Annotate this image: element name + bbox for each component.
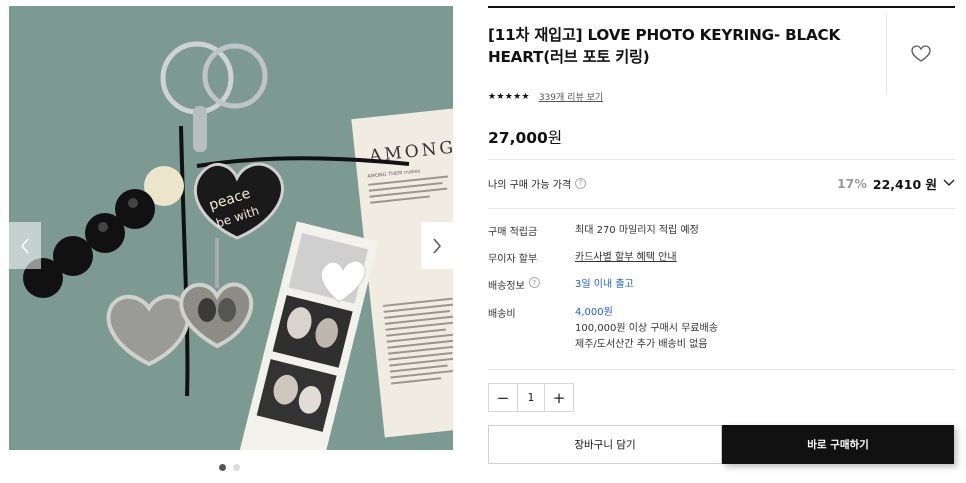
quantity-plus-button[interactable]: + [545, 384, 573, 411]
review-summary: ★★★★★ 339개 리뷰 보기 [488, 90, 603, 104]
quantity-input[interactable]: 1 [517, 384, 545, 411]
points-row: 구매 적립금 최대 270 마일리지 적립 예정 [488, 223, 699, 239]
shipping-value: 3일 이내 출고 [575, 279, 634, 290]
my-price-toggle[interactable]: 17% 22,410 원 [837, 174, 955, 193]
product-photo: AMONG AMONG THEM makes peace be with [9, 6, 453, 450]
quantity-stepper: − 1 + [488, 383, 574, 412]
chevron-left-icon [21, 238, 29, 253]
question-icon[interactable]: ? [528, 277, 540, 288]
my-price-row: 나의 구매 가능 가격 ? 17% 22,410 원 [488, 174, 955, 192]
wishlist-button[interactable] [886, 14, 955, 94]
divider [488, 369, 955, 370]
heart-icon [911, 45, 931, 62]
gallery-dot-2[interactable] [233, 464, 240, 471]
installment-link[interactable]: 카드사별 할부 혜택 안내 [575, 252, 677, 263]
chevron-down-icon [943, 179, 955, 186]
divider [488, 208, 955, 209]
chevron-right-icon [433, 238, 441, 253]
divider [488, 159, 955, 160]
add-to-cart-button[interactable]: 장바구니 담기 [488, 425, 722, 464]
gallery-next-button[interactable] [421, 222, 453, 269]
quantity-minus-button[interactable]: − [489, 384, 517, 411]
top-divider [488, 6, 955, 8]
product-title: [11차 재입고] LOVE PHOTO KEYRING- BLACK HEAR… [488, 26, 841, 66]
fee-values: 4,000원 100,000원 이상 구매시 무료배송 제주/도서산간 추가 배… [575, 305, 718, 353]
points-label: 구매 적립금 [488, 227, 538, 238]
gallery-prev-button[interactable] [9, 222, 41, 269]
installment-row: 무이자 할부 카드사별 할부 혜택 안내 [488, 250, 677, 266]
buy-now-button[interactable]: 바로 구매하기 [722, 425, 954, 464]
gallery-dot-1[interactable] [219, 464, 226, 471]
gallery-pagination [219, 464, 240, 471]
shipping-row: 배송정보 ? 3일 이내 출고 [488, 277, 634, 293]
question-icon[interactable]: ? [575, 177, 587, 189]
fee-value: 4,000원 [575, 307, 613, 318]
shipping-label: 배송정보 [488, 281, 525, 292]
points-value: 최대 270 마일리지 적립 예정 [575, 225, 699, 236]
discount-rate: 17% [836, 175, 867, 191]
product-image-gallery[interactable]: AMONG AMONG THEM makes peace be with [9, 6, 453, 450]
fee-label: 배송비 [488, 309, 516, 320]
review-link[interactable]: 339개 리뷰 보기 [539, 90, 603, 103]
installment-label: 무이자 할부 [488, 254, 538, 265]
fee-note-free: 100,000원 이상 구매시 무료배송 [575, 323, 718, 334]
my-price-label: 나의 구매 가능 가격 [488, 179, 572, 191]
fee-row: 배송비 4,000원 100,000원 이상 구매시 무료배송 제주/도서산간 … [488, 305, 718, 353]
fee-note-island: 제주/도서산간 추가 배송비 없음 [575, 339, 708, 350]
product-price: 27,000원 [488, 129, 563, 147]
product-info-panel: [11차 재입고] LOVE PHOTO KEYRING- BLACK HEAR… [488, 6, 955, 476]
shipping-label-wrap: 배송정보 ? [488, 277, 575, 293]
sale-price: 22,410 원 [872, 176, 937, 192]
rating-stars: ★★★★★ [488, 91, 530, 102]
